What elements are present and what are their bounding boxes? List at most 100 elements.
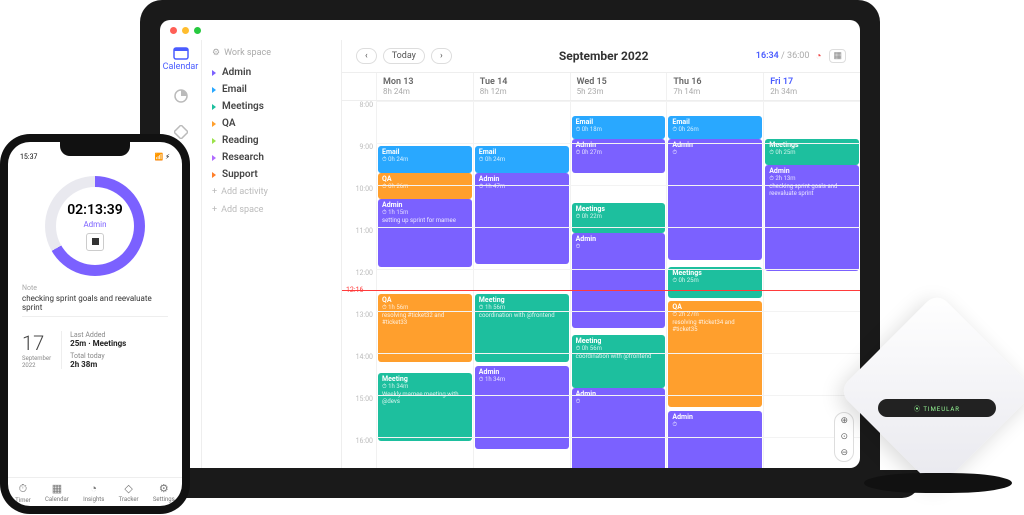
window-titlebar <box>160 20 860 40</box>
month-title: September 2022 <box>452 49 756 63</box>
calendar-event[interactable]: QA⏱ 2h 27mresolving #ticket34 and #ticke… <box>668 301 762 407</box>
workspace-header[interactable]: ⚙ Work space <box>212 48 331 58</box>
calendar-event[interactable]: Meeting⏱ 1h 56mcoordination with @fronte… <box>475 294 569 362</box>
tab-insights[interactable]: ◔Insights <box>83 482 104 504</box>
calendar-event[interactable]: Admin⏱ <box>668 139 762 260</box>
time-current: 16:34 <box>756 51 779 61</box>
sidebar: ⚙ Work space Admin Email Meetings QA Reading… <box>202 40 342 468</box>
nav-reports-icon[interactable] <box>173 88 189 108</box>
workspace-label: Work space <box>224 48 271 58</box>
laptop-mockup: Calendar ⚙ Work space Admin Email Meetings… <box>140 0 880 500</box>
calendar-event[interactable]: Admin⏱ <box>572 233 666 328</box>
today-year: 2022 <box>22 362 51 369</box>
tab-calendar[interactable]: ▦Calendar <box>45 482 69 504</box>
calendar-event[interactable]: Email⏱ 0h 24m <box>475 146 569 172</box>
settings-icon: ⚙ <box>159 482 169 495</box>
activity-label: Email <box>222 84 247 95</box>
day-column: Email⏱ 0h 24mAdmin⏱ 1h 47m Meeting⏱ 1h 56… <box>473 101 570 468</box>
calendar-icon: ▦ <box>52 482 62 495</box>
sidebar-item-reading[interactable]: Reading <box>212 132 331 149</box>
tab-label: Tracker <box>119 496 139 503</box>
total-today-value: 2h 38m <box>70 360 126 369</box>
calendar-event[interactable]: Meeting⏱ 1h 34mWeekly mamee meeting with… <box>378 373 472 441</box>
today-jump-icon[interactable]: ▦ <box>829 49 846 63</box>
today-button[interactable]: Today <box>383 48 425 64</box>
calendar-main: ‹ Today › September 2022 16:34 / 36:00 ◔… <box>342 40 860 468</box>
tab-label: Settings <box>153 496 175 503</box>
insights-icon: ◔ <box>90 482 97 495</box>
phone-mockup: 15:37 📶 ⚡︎ 02:13:39 Admin Note checking … <box>0 134 190 514</box>
tab-tracker[interactable]: ◇Tracker <box>119 482 139 504</box>
activity-label: Meetings <box>222 101 264 112</box>
sidebar-item-research[interactable]: Research <box>212 149 331 166</box>
calendar-event[interactable]: QA⏱ 1h 56mresolving #ticket32 and #ticke… <box>378 294 472 362</box>
progress-icon: ◔ <box>815 51 821 62</box>
activity-color-icon <box>212 87 216 93</box>
timer-value: 02:13:39 <box>67 202 123 218</box>
activity-label: QA <box>222 118 236 129</box>
activity-color-icon <box>212 104 216 110</box>
day-header: Mon 138h 24m <box>376 73 473 100</box>
tracker-device: ⦿ TIMEULAR <box>850 327 1024 501</box>
tab-timer[interactable]: ⏱Timer <box>15 482 31 504</box>
sidebar-item-email[interactable]: Email <box>212 81 331 98</box>
calendar-event[interactable]: Email⏱ 0h 26m <box>668 116 762 139</box>
day-header: Thu 167h 14m <box>666 73 763 100</box>
today-month: September <box>22 355 51 362</box>
activity-color-icon <box>212 70 216 76</box>
calendar-event[interactable]: Admin⏱ <box>668 411 762 468</box>
activity-label: Reading <box>222 135 259 146</box>
plus-icon: + <box>212 187 217 197</box>
day-column: Email⏱ 0h 26mAdmin⏱ Meetings⏱ 0h 25mQA⏱ … <box>666 101 763 468</box>
calendar-event[interactable]: Meetings⏱ 0h 22m <box>572 203 666 233</box>
sidebar-item-qa[interactable]: QA <box>212 115 331 132</box>
tab-settings[interactable]: ⚙Settings <box>153 482 175 504</box>
calendar-event[interactable]: Admin⏱ <box>572 388 666 468</box>
day-header: Fri 172h 34m <box>763 73 860 100</box>
calendar-event[interactable]: Email⏱ 0h 24m <box>378 146 472 172</box>
calendar-event[interactable]: Email⏱ 0h 18m <box>572 116 666 139</box>
total-today-label: Total today <box>70 352 126 360</box>
day-header: Tue 148h 12m <box>473 73 570 100</box>
sidebar-item-admin[interactable]: Admin <box>212 64 331 81</box>
prev-button[interactable]: ‹ <box>356 48 377 64</box>
calendar-event[interactable]: Admin⏱ 1h 47m <box>475 173 569 264</box>
note-label: Note <box>22 284 168 292</box>
sidebar-item-support[interactable]: Support <box>212 166 331 183</box>
status-icons: 📶 ⚡︎ <box>155 153 170 161</box>
close-dot[interactable] <box>170 27 177 34</box>
day-header: Wed 155h 23m <box>570 73 667 100</box>
note-input[interactable]: checking sprint goals and reevaluate spr… <box>22 292 168 317</box>
calendar-event[interactable]: Meeting⏱ 0h 56mcoordination with @fronte… <box>572 335 666 388</box>
day-column: Email⏱ 0h 24mQA⏱ 0h 26mAdmin⏱ 1h 15msett… <box>376 101 473 468</box>
tab-label: Insights <box>83 496 104 503</box>
stop-button[interactable] <box>86 233 104 251</box>
next-button[interactable]: › <box>431 48 452 64</box>
add-activity-button[interactable]: +Add activity <box>212 183 331 201</box>
activity-color-icon <box>212 155 216 161</box>
calendar-event[interactable]: Admin⏱ 1h 15msetting up sprint for mamee <box>378 199 472 267</box>
timer-activity: Admin <box>83 220 106 229</box>
calendar-toolbar: ‹ Today › September 2022 16:34 / 36:00 ◔… <box>342 40 860 72</box>
calendar-event[interactable]: Meetings⏱ 0h 25m <box>668 267 762 297</box>
sidebar-item-meetings[interactable]: Meetings <box>212 98 331 115</box>
maximize-dot[interactable] <box>194 27 201 34</box>
activity-label: Research <box>222 152 264 163</box>
timer-ring: 02:13:39 Admin <box>45 176 145 276</box>
activity-color-icon <box>212 172 216 178</box>
minimize-dot[interactable] <box>182 27 189 34</box>
calendar-event[interactable]: QA⏱ 0h 26m <box>378 173 472 199</box>
calendar-event[interactable]: Admin⏱ 2h 13mchecking sprint goals and r… <box>765 165 859 271</box>
time-total: 36:00 <box>787 51 809 61</box>
plus-icon: + <box>212 205 217 215</box>
activity-label: Support <box>222 169 258 180</box>
tab-label: Timer <box>15 497 31 504</box>
last-added-value: 25m · Meetings <box>70 339 126 348</box>
nav-calendar[interactable]: Calendar <box>163 46 199 72</box>
add-space-button[interactable]: +Add space <box>212 201 331 219</box>
nav-calendar-label: Calendar <box>163 62 199 72</box>
activity-color-icon <box>212 138 216 144</box>
tab-label: Calendar <box>45 496 69 503</box>
tracker-icon: ◇ <box>124 482 132 495</box>
gear-icon: ⚙ <box>212 48 220 58</box>
